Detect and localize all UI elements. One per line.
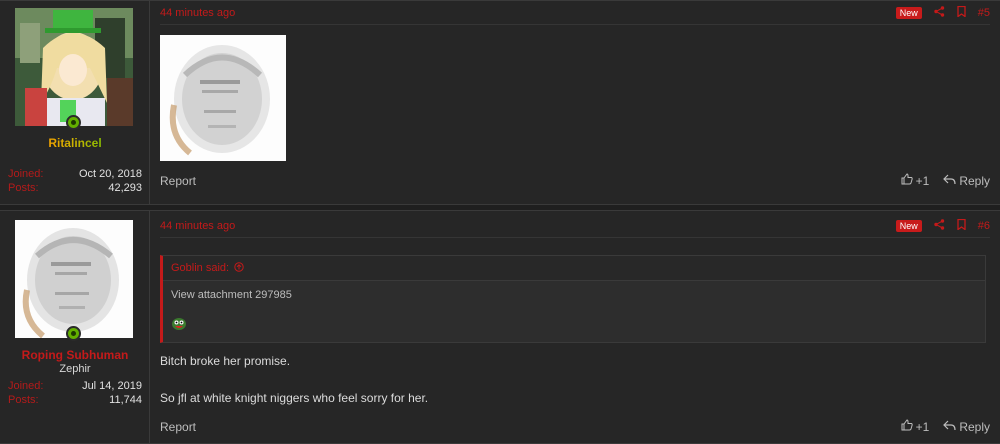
posts-value: 11,744	[109, 394, 142, 406]
bookmark-icon[interactable]	[957, 218, 966, 233]
username[interactable]: Ritalincel	[0, 136, 150, 150]
joined-value: Jul 14, 2019	[82, 380, 142, 392]
joined-stat: Joined: Oct 20, 2018	[8, 168, 142, 180]
bookmark-icon[interactable]	[957, 5, 966, 20]
joined-stat: Joined: Jul 14, 2019	[8, 380, 142, 392]
post-meta: 44 minutes ago New #5	[160, 1, 990, 25]
reply-button[interactable]: Reply	[943, 174, 990, 188]
reaction-count: +1	[915, 419, 930, 434]
post-footer: Report +1 Reply	[160, 419, 990, 434]
username[interactable]: Roping Subhuman	[0, 348, 150, 362]
new-badge: New	[895, 219, 922, 232]
user-info: Ritalincel Joined: Oct 20, 2018 Posts: 4…	[0, 1, 150, 204]
avatar[interactable]	[15, 220, 133, 339]
report-link[interactable]: Report	[160, 174, 196, 188]
joined-label: Joined:	[8, 168, 44, 180]
like-button[interactable]: +1	[901, 419, 930, 434]
message-content: 44 minutes ago New #6 Goblin said: View …	[150, 211, 1000, 443]
post-meta: 44 minutes ago New #6	[160, 214, 990, 238]
post-6: Roping Subhuman Zephir Joined: Jul 14, 2…	[0, 210, 1000, 444]
joined-label: Joined:	[8, 380, 44, 392]
posts-stat: Posts: 11,744	[8, 394, 142, 406]
message-content: 44 minutes ago New #5 Report +1 Reply	[150, 1, 1000, 204]
reply-icon	[943, 420, 956, 434]
quote-header[interactable]: Goblin said:	[163, 256, 985, 281]
quote-author[interactable]: Goblin said:	[171, 262, 229, 274]
online-status-icon	[66, 326, 81, 341]
thumbs-up-icon	[901, 419, 913, 434]
posts-label: Posts:	[8, 182, 39, 194]
online-status-icon	[66, 115, 81, 130]
avatar[interactable]	[15, 8, 133, 126]
post-time[interactable]: 44 minutes ago	[160, 7, 235, 19]
joined-value: Oct 20, 2018	[79, 168, 142, 180]
share-icon[interactable]	[934, 5, 945, 20]
share-icon[interactable]	[934, 218, 945, 233]
post-number[interactable]: #5	[978, 7, 990, 19]
reply-button[interactable]: Reply	[943, 420, 990, 434]
smiley-icon	[171, 316, 977, 333]
post-time[interactable]: 44 minutes ago	[160, 220, 235, 232]
message-line-1: Bitch broke her promise.	[160, 354, 291, 368]
user-title: Zephir	[59, 363, 91, 375]
reaction-count: +1	[915, 173, 930, 188]
posts-stat: Posts: 42,293	[8, 182, 142, 194]
report-link[interactable]: Report	[160, 420, 196, 434]
quote-body: View attachment 297985	[163, 281, 985, 341]
message-line-2: So jfl at white knight niggers who feel …	[160, 391, 429, 405]
quote-block: Goblin said: View attachment 297985	[160, 255, 986, 343]
new-badge: New	[895, 6, 922, 19]
post-5: Ritalincel Joined: Oct 20, 2018 Posts: 4…	[0, 0, 1000, 205]
post-number[interactable]: #6	[978, 220, 990, 232]
reply-label: Reply	[959, 419, 990, 434]
posts-value: 42,293	[108, 182, 142, 194]
reply-label: Reply	[959, 173, 990, 188]
attachment-image[interactable]	[160, 35, 286, 161]
post-footer: Report +1 Reply	[160, 173, 990, 188]
user-info: Roping Subhuman Zephir Joined: Jul 14, 2…	[0, 211, 150, 443]
posts-label: Posts:	[8, 394, 39, 406]
attachment-link[interactable]: View attachment 297985	[171, 289, 977, 301]
like-button[interactable]: +1	[901, 173, 930, 188]
reply-icon	[943, 174, 956, 188]
thumbs-up-icon	[901, 173, 913, 188]
arrow-up-circle-icon[interactable]	[234, 261, 244, 275]
